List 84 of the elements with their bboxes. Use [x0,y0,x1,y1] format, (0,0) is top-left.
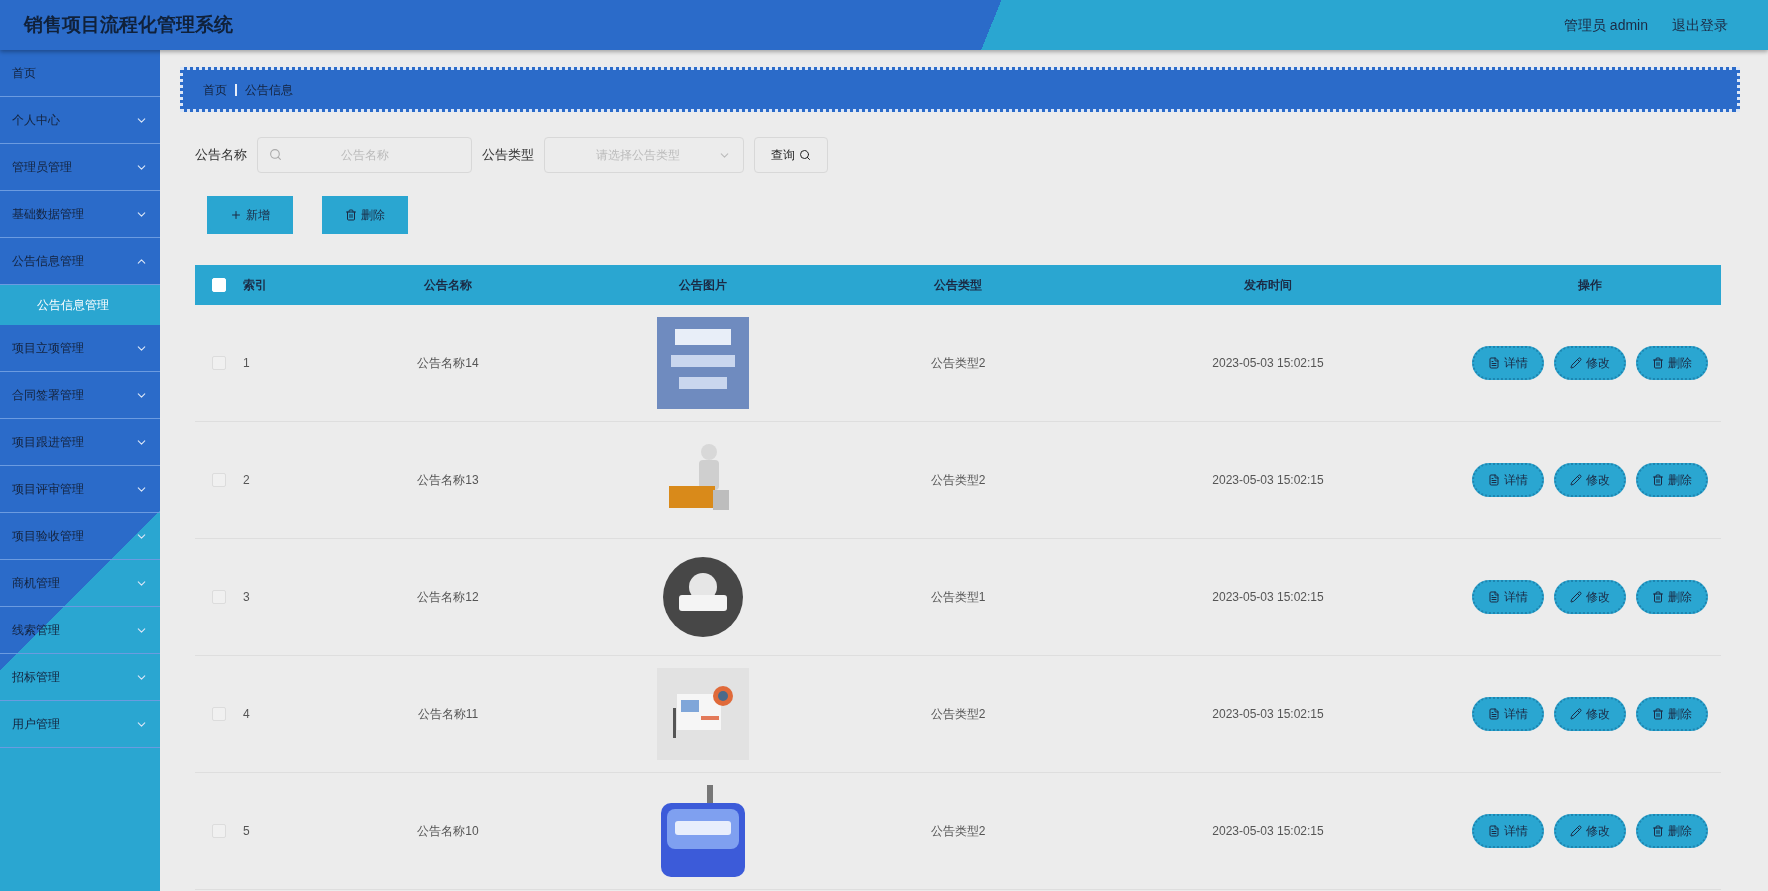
pencil-icon [1569,825,1582,837]
table-cell-text: 公告类型1 [930,589,986,606]
document-icon [1487,591,1500,603]
table-cell-text: 1 [243,355,250,372]
delete-button[interactable]: 删除 [1635,697,1708,731]
trash-icon [1651,474,1664,486]
logout-link[interactable]: 退出登录 [1672,14,1728,36]
sidebar-item[interactable]: 线索管理 [0,607,160,654]
column-header: 索引 [243,278,267,292]
detail-button[interactable]: 详情 [1471,814,1544,848]
search-icon [799,149,811,161]
document-icon [1487,825,1500,837]
detail-button[interactable]: 详情 [1471,346,1544,380]
table-cell-text: 公告名称10 [417,823,479,840]
table-cell-text: 公告类型2 [930,823,986,840]
delete-button[interactable]: 删除 [1635,463,1708,497]
delete-button[interactable]: 删除 [1635,580,1708,614]
user-label: 管理员 admin [1563,15,1648,35]
query-button[interactable]: 查询 [754,137,828,173]
trash-icon [345,209,357,221]
add-button[interactable]: 新增 [210,199,290,231]
edit-button[interactable]: 修改 [1553,814,1626,848]
delete-button[interactable]: 删除 [1635,814,1708,848]
sidebar-item[interactable]: 合同签署管理 [0,372,160,419]
document-icon [1487,708,1500,720]
delete-button[interactable]: 删除 [325,199,405,231]
plus-icon [230,209,242,221]
field-label: 公告名称 [195,146,247,165]
trash-icon [1651,357,1664,369]
trash-icon [1651,591,1664,603]
column-header: 操作 [1577,277,1602,294]
table-cell-text: 4 [243,706,250,723]
sidebar-item[interactable]: 项目立项管理 [0,325,160,372]
table-cell-text: 2023-05-03 15:02:15 [1212,589,1324,606]
edit-button[interactable]: 修改 [1553,463,1626,497]
document-icon [1487,357,1500,369]
sidebar-item[interactable]: 用户管理 [0,701,160,748]
sidebar-item[interactable]: 项目评审管理 [0,466,160,513]
pencil-icon [1569,591,1582,603]
table-cell-text: 公告类型2 [930,355,986,372]
edit-button[interactable]: 修改 [1553,580,1626,614]
pencil-icon [1569,357,1582,369]
document-icon [1487,474,1500,486]
breadcrumb-link[interactable]: 公告信息 [245,80,293,99]
table-cell-text: 2 [243,472,250,489]
table-cell-text: 公告类型2 [930,706,986,723]
submenu-item[interactable]: 公告信息管理 [0,285,160,325]
detail-button[interactable]: 详情 [1471,580,1544,614]
breadcrumb-link[interactable]: 首页 [203,80,227,99]
column-header: 发布时间 [1244,277,1292,294]
table-cell-text: 公告名称12 [417,589,479,606]
edit-button[interactable]: 修改 [1553,697,1626,731]
detail-button[interactable]: 详情 [1471,463,1544,497]
search-icon [269,148,282,161]
sidebar-item[interactable]: 商机管理 [0,560,160,607]
trash-icon [1651,825,1664,837]
column-header: 公告名称 [424,277,472,294]
table-cell-text: 公告名称14 [417,355,479,372]
delete-button[interactable]: 删除 [1635,346,1708,380]
table-cell-text: 公告名称13 [417,472,479,489]
table-cell-text: 2023-05-03 15:02:15 [1212,706,1324,723]
column-header: 公告类型 [934,277,982,294]
pencil-icon [1569,708,1582,720]
edit-button[interactable]: 修改 [1553,346,1626,380]
sidebar-item[interactable]: 基础数据管理 [0,191,160,238]
sidebar-item[interactable]: 招标管理 [0,654,160,701]
sidebar-item[interactable]: 首页 [0,50,160,97]
table-cell-text: 公告类型2 [930,472,986,489]
table-cell-text: 2023-05-03 15:02:15 [1212,472,1324,489]
sidebar-item[interactable]: 管理员管理 [0,144,160,191]
table-cell-text: 5 [243,823,250,840]
sidebar-item[interactable]: 项目验收管理 [0,513,160,560]
column-header: 公告图片 [679,277,727,294]
sidebar-item[interactable]: 个人中心 [0,97,160,144]
field-label: 公告类型 [482,146,534,165]
table-cell-text: 公告名称11 [417,706,479,723]
detail-button[interactable]: 详情 [1471,697,1544,731]
table-cell-text: 3 [243,589,250,606]
table-cell-text: 2023-05-03 15:02:15 [1212,355,1324,372]
trash-icon [1651,708,1664,720]
sidebar-item[interactable]: 项目跟进管理 [0,419,160,466]
table-cell-text: 2023-05-03 15:02:15 [1212,823,1324,840]
pencil-icon [1569,474,1582,486]
app-title: 销售项目流程化管理系统 [24,12,233,37]
